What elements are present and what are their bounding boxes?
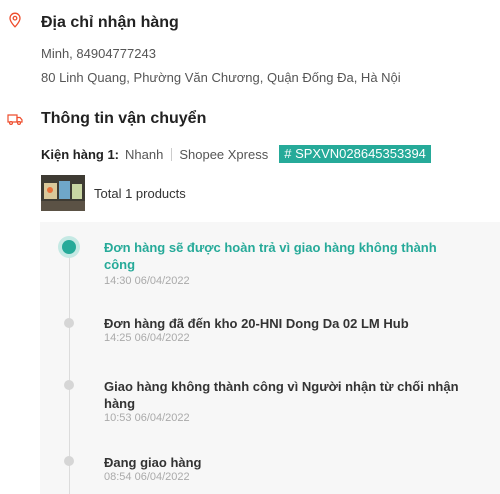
- location-pin-icon: [7, 12, 23, 28]
- timeline-event-text: Đang giao hàng: [104, 455, 202, 470]
- timeline-dot: [64, 456, 74, 466]
- timeline-event-text: Giao hàng không thành công vì Người nhận…: [104, 379, 459, 411]
- parcel-info-row: Kiện hàng 1: Nhanh Shopee Xpress # SPXVN…: [41, 145, 431, 163]
- parcel-label: Kiện hàng 1:: [41, 146, 120, 162]
- timeline-event-time: 14:30 06/04/2022: [104, 275, 190, 287]
- shipping-section-title: Thông tin vận chuyển: [41, 110, 207, 127]
- products-count-text: Total 1 products: [94, 185, 186, 201]
- tracking-timeline: Đơn hàng sẽ được hoàn trả vì giao hàng k…: [40, 222, 500, 494]
- shipping-speed: Nhanh: [125, 146, 164, 162]
- divider: [171, 147, 173, 161]
- recipient-address: 80 Linh Quang, Phường Văn Chương, Quận Đ…: [41, 70, 401, 85]
- timeline-event-text: Đơn hàng sẽ được hoàn trả vì giao hàng k…: [104, 240, 437, 272]
- address-section-title: Địa chỉ nhận hàng: [41, 14, 179, 31]
- timeline-event-time: 08:54 06/04/2022: [104, 471, 190, 483]
- timeline-dot-active: [62, 240, 76, 254]
- products-summary-row[interactable]: Total 1 products: [41, 175, 186, 211]
- tracking-code-badge[interactable]: # SPXVN028645353394: [279, 145, 431, 163]
- delivery-truck-icon: [7, 111, 23, 127]
- product-thumbnail[interactable]: [41, 175, 85, 211]
- shipping-carrier: Shopee Xpress: [179, 146, 269, 162]
- timeline-dot: [64, 318, 74, 328]
- timeline-dot: [64, 380, 74, 390]
- recipient-name-phone: Minh, 84904777243: [41, 46, 156, 61]
- timeline-event-time: 14:25 06/04/2022: [104, 332, 190, 344]
- timeline-event-time: 10:53 06/04/2022: [104, 412, 190, 424]
- timeline-event-text: Đơn hàng đã đến kho 20-HNI Dong Da 02 LM…: [104, 316, 409, 331]
